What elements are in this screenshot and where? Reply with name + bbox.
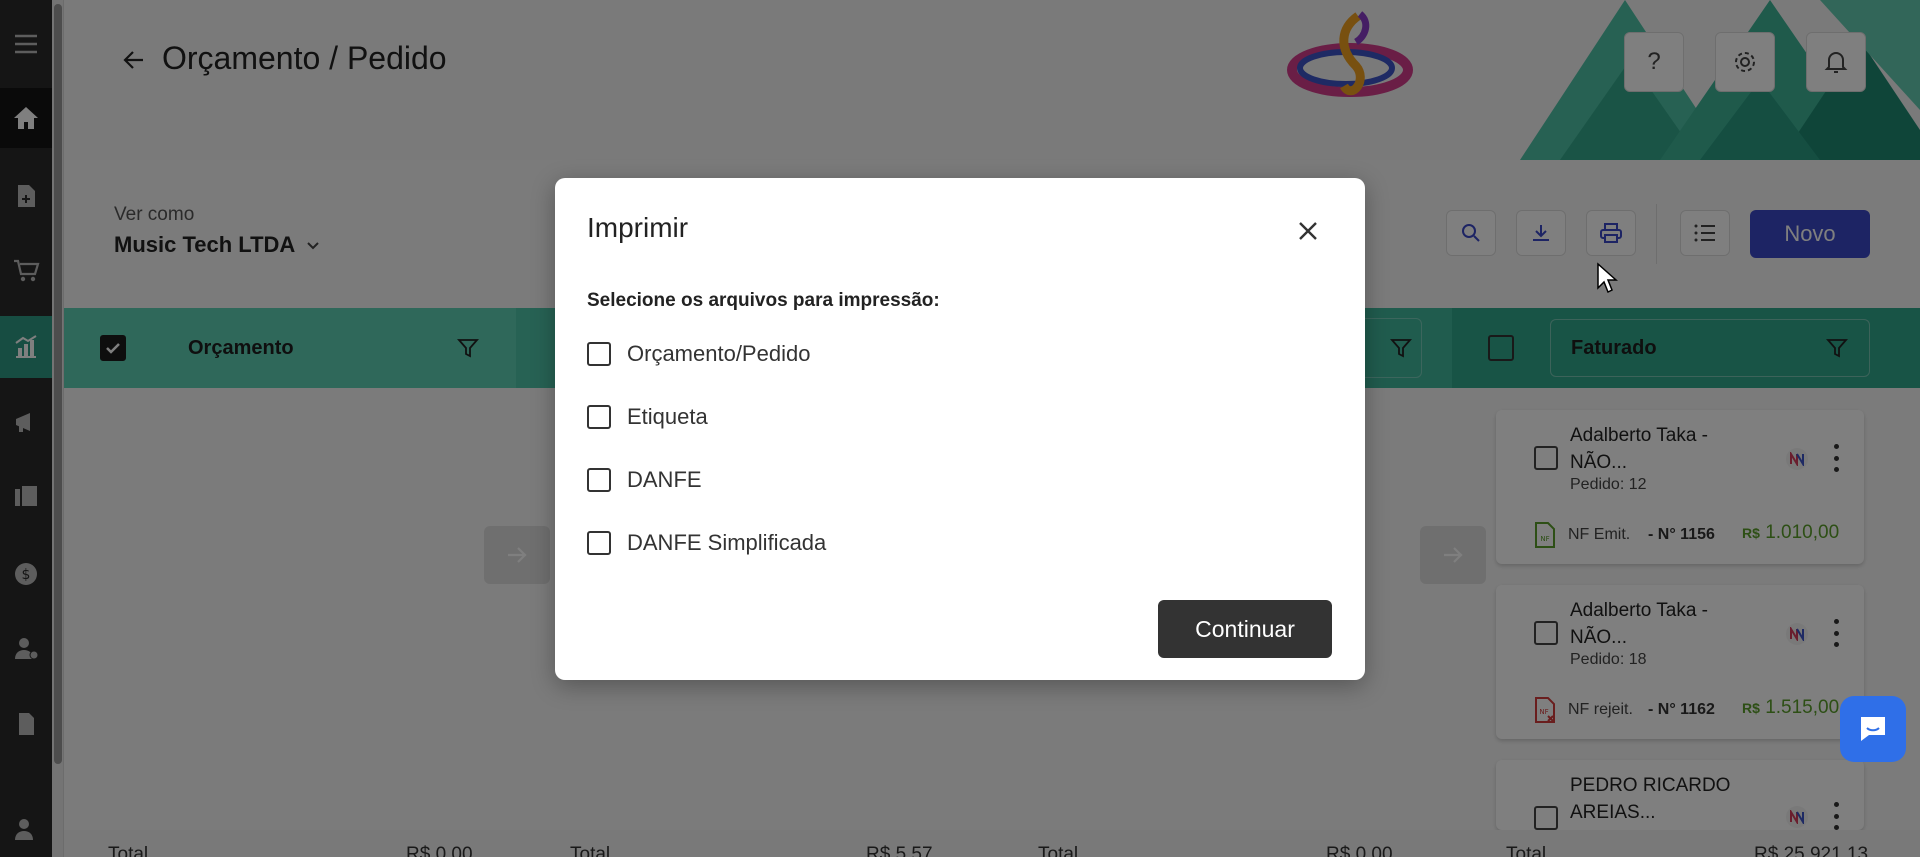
close-icon — [1299, 222, 1317, 240]
option-label: DANFE — [627, 467, 702, 492]
mouse-cursor-icon — [1597, 262, 1618, 294]
option-etiqueta[interactable]: Etiqueta — [587, 404, 708, 430]
option-danfe-simplificada[interactable]: DANFE Simplificada — [587, 530, 826, 556]
option-checkbox[interactable] — [587, 531, 611, 555]
option-checkbox[interactable] — [587, 468, 611, 492]
chat-button[interactable] — [1840, 696, 1906, 762]
dialog-subtitle: Selecione os arquivos para impressão: — [587, 290, 940, 311]
option-label: Orçamento/Pedido — [627, 341, 811, 366]
continue-button[interactable]: Continuar — [1158, 600, 1332, 658]
close-button[interactable] — [1291, 214, 1325, 248]
option-orcamento-pedido[interactable]: Orçamento/Pedido — [587, 341, 810, 367]
option-label: Etiqueta — [627, 404, 708, 429]
option-checkbox[interactable] — [587, 342, 611, 366]
chat-icon — [1861, 717, 1885, 741]
print-dialog: Imprimir Selecione os arquivos para impr… — [555, 178, 1365, 680]
option-label: DANFE Simplificada — [627, 530, 827, 555]
option-checkbox[interactable] — [587, 405, 611, 429]
dialog-title: Imprimir — [587, 212, 689, 243]
option-danfe[interactable]: DANFE — [587, 467, 702, 493]
